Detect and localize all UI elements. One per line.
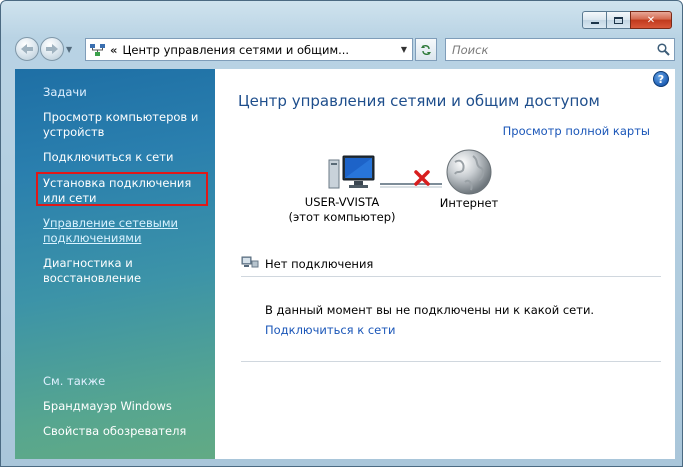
connection-line bbox=[380, 177, 442, 194]
address-dropdown-icon[interactable]: ▼ bbox=[396, 45, 412, 54]
main-content: ? Центр управления сетями и общим доступ… bbox=[215, 69, 675, 459]
task-pane: Задачи Просмотр компьютеров и устройств … bbox=[15, 69, 215, 459]
connect-to-network-link[interactable]: Подключиться к сети bbox=[265, 323, 395, 337]
task-manage-connections[interactable]: Управление сетевыми подключениями bbox=[43, 216, 208, 246]
page-title: Центр управления сетями и общим доступом bbox=[238, 92, 600, 110]
tasks-heading: Задачи bbox=[43, 85, 87, 99]
divider-bottom bbox=[241, 361, 661, 362]
address-bar[interactable]: « Центр управления сетями и общим... ▼ bbox=[85, 38, 413, 61]
search-icon[interactable] bbox=[652, 43, 674, 56]
computer-label: USER-VVISTA (этот компьютер) bbox=[279, 195, 405, 225]
maximize-icon bbox=[614, 16, 623, 24]
recent-pages-dropdown[interactable]: ▼ bbox=[66, 45, 72, 54]
computer-caption: (этот компьютер) bbox=[288, 210, 396, 224]
network-disconnected-icon bbox=[241, 255, 259, 272]
back-button[interactable] bbox=[15, 37, 39, 61]
task-view-computers[interactable]: Просмотр компьютеров и устройств bbox=[43, 110, 208, 140]
maximize-button[interactable] bbox=[606, 11, 630, 29]
status-heading: Нет подключения bbox=[265, 256, 374, 271]
breadcrumb-chevron-icon[interactable]: « bbox=[110, 43, 117, 57]
nav-buttons: ▼ bbox=[15, 37, 72, 61]
network-center-icon bbox=[90, 43, 106, 57]
navigation-bar: ▼ « Центр управления сетями и общим... ▼ bbox=[15, 37, 675, 63]
internet-globe-icon[interactable] bbox=[445, 148, 493, 199]
search-input[interactable]: Поиск bbox=[452, 43, 652, 57]
see-also-firewall[interactable]: Брандмауэр Windows bbox=[43, 399, 208, 414]
forward-arrow-icon bbox=[46, 44, 58, 54]
see-also-internet-options[interactable]: Свойства обозревателя bbox=[43, 424, 208, 439]
status-section-header: Нет подключения bbox=[241, 255, 373, 272]
search-box[interactable]: Поиск bbox=[445, 38, 675, 61]
highlight-annotation bbox=[36, 172, 208, 206]
minimize-button[interactable] bbox=[582, 11, 606, 29]
back-arrow-icon bbox=[21, 44, 33, 54]
window: ✕ ▼ « Центр управления сетями и общим...… bbox=[0, 0, 683, 467]
close-button[interactable]: ✕ bbox=[630, 11, 672, 29]
internet-label: Интернет bbox=[439, 196, 499, 210]
view-full-map-link[interactable]: Просмотр полной карты bbox=[503, 124, 650, 138]
task-connect-to-network[interactable]: Подключиться к сети bbox=[43, 150, 208, 165]
caption-buttons: ✕ bbox=[582, 11, 672, 29]
refresh-icon bbox=[421, 44, 431, 55]
status-message: В данный момент вы не подключены ни к ка… bbox=[265, 303, 595, 317]
address-path: Центр управления сетями и общим... bbox=[122, 42, 350, 57]
forward-button[interactable] bbox=[40, 37, 64, 61]
disconnected-x-icon bbox=[413, 169, 431, 190]
task-diagnose-repair[interactable]: Диагностика и восстановление bbox=[43, 256, 208, 286]
computer-icon[interactable] bbox=[328, 154, 376, 195]
help-button[interactable]: ? bbox=[653, 71, 669, 87]
divider-top bbox=[241, 276, 661, 277]
refresh-button[interactable] bbox=[415, 38, 437, 61]
see-also-heading: См. также bbox=[43, 374, 106, 388]
computer-name: USER-VVISTA bbox=[304, 195, 380, 209]
minimize-icon bbox=[590, 22, 599, 24]
